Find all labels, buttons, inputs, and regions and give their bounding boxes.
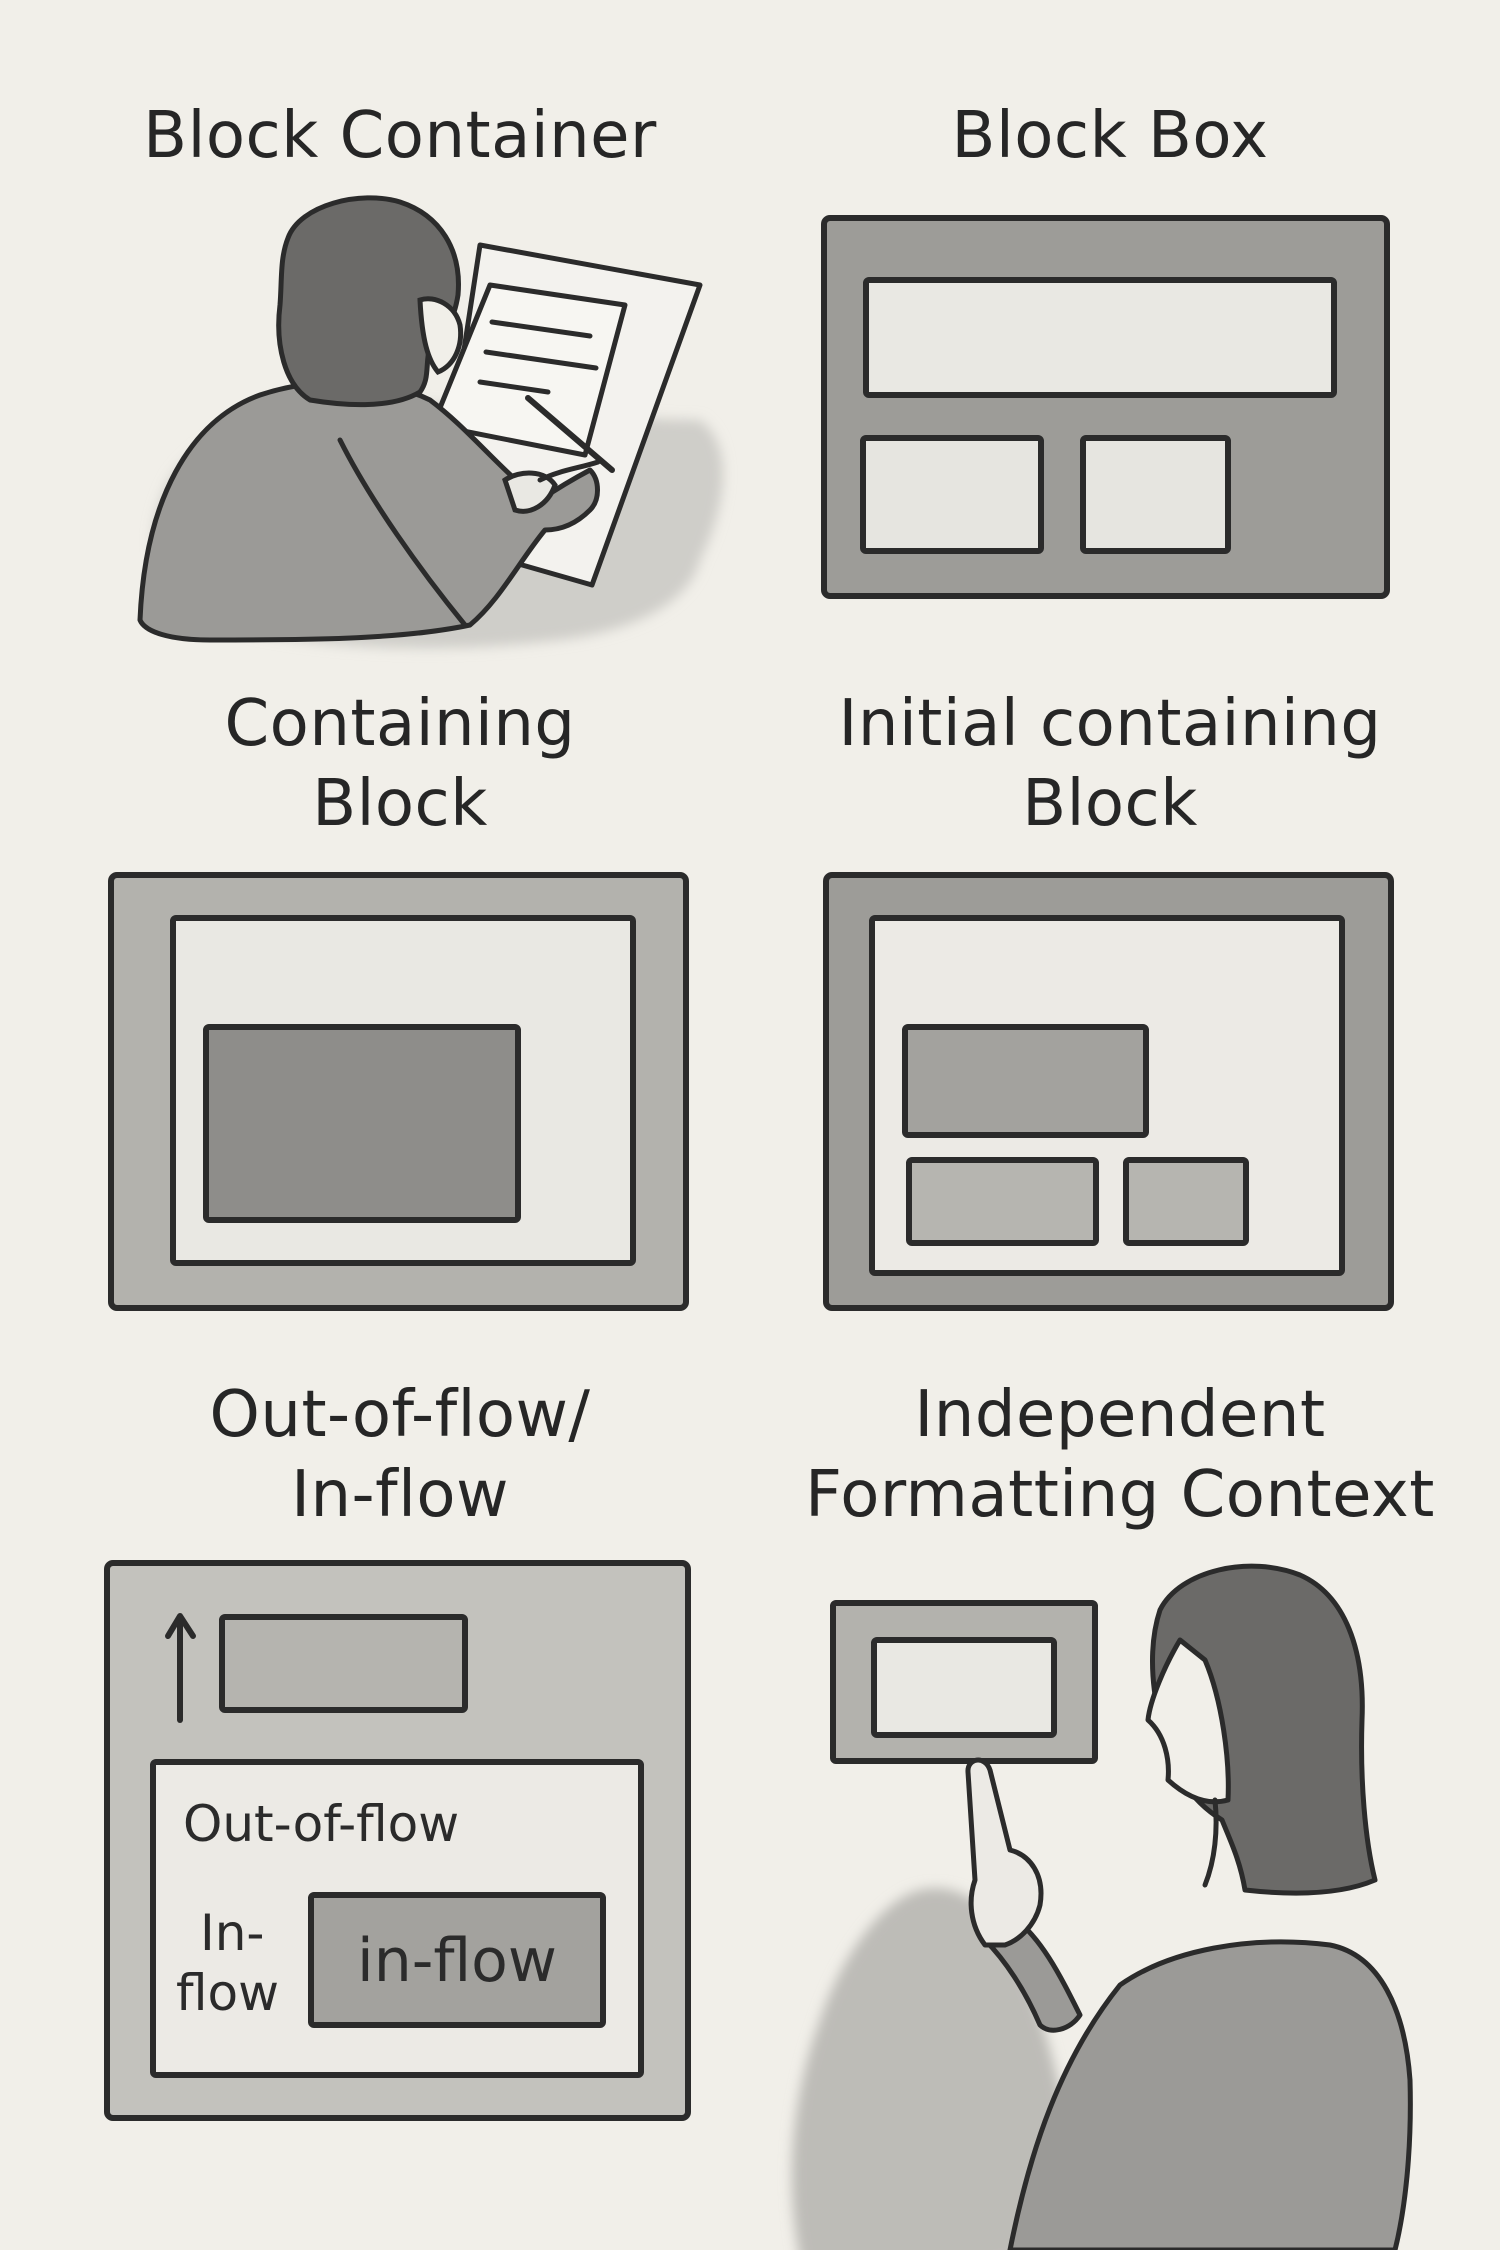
title-line-2: Formatting Context bbox=[805, 1458, 1435, 1532]
panel-title-independent-formatting-context: Independent Formatting Context bbox=[770, 1375, 1470, 1535]
title-line-1: Out-of-flow/ bbox=[209, 1378, 591, 1452]
pointing-person-illustration bbox=[791, 1563, 1413, 2250]
illustration-page: Block Container Block Box Containing Blo… bbox=[0, 0, 1500, 2250]
title-line-1: Independent bbox=[914, 1378, 1326, 1452]
panel-title-out-of-flow-in-flow: Out-of-flow/ In-flow bbox=[80, 1375, 720, 1535]
panel-title-initial-containing-block: Initial containing Block bbox=[770, 684, 1450, 844]
title-line-2: Block bbox=[1022, 767, 1198, 841]
title-line: Block Box bbox=[951, 99, 1269, 173]
title-line-2: In-flow bbox=[291, 1458, 509, 1532]
containing-block-diagram bbox=[108, 872, 689, 1311]
initial-containing-block-diagram bbox=[823, 872, 1394, 1311]
panel-title-block-box: Block Box bbox=[820, 96, 1400, 176]
panel-title-containing-block: Containing Block bbox=[80, 684, 720, 844]
block-box-diagram bbox=[821, 215, 1390, 599]
title-line-1: Containing bbox=[224, 687, 576, 761]
writing-person-illustration bbox=[137, 195, 724, 649]
panel-title-block-container: Block Container bbox=[80, 96, 720, 176]
in-flow-side-label-2: flow bbox=[176, 1964, 279, 2022]
title-line: Block Container bbox=[143, 99, 657, 173]
out-of-flow-label: Out-of-flow bbox=[183, 1795, 460, 1853]
title-line-2: Block bbox=[312, 767, 488, 841]
in-flow-side-label-1: In- bbox=[200, 1904, 265, 1962]
title-line-1: Initial containing bbox=[838, 687, 1382, 761]
in-flow-box-label: in-flow bbox=[357, 1926, 557, 1996]
